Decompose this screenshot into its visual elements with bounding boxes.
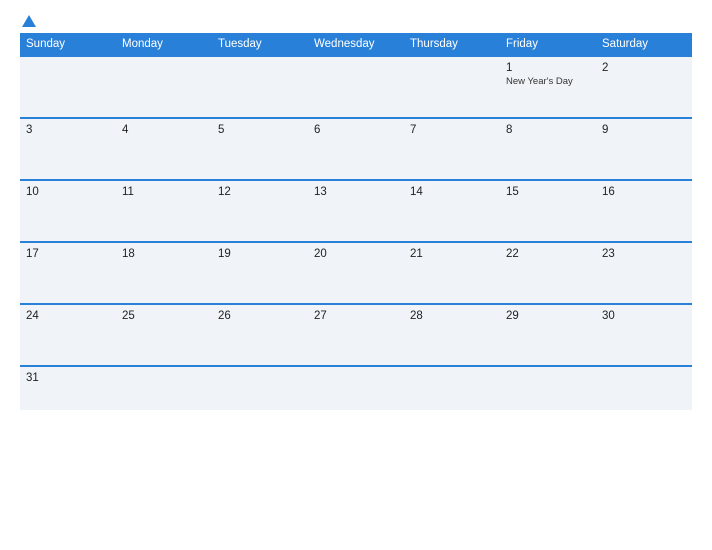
calendar-cell: 10: [20, 180, 116, 242]
day-number: 24: [26, 310, 110, 322]
day-number: 22: [506, 248, 590, 260]
week-row-2: 3456789: [20, 118, 692, 180]
week-row-1: 1 New Year's Day 2: [20, 56, 692, 118]
calendar-cell: 12: [212, 180, 308, 242]
calendar-cell: [500, 366, 596, 410]
calendar-cell: 8: [500, 118, 596, 180]
day-number: 17: [26, 248, 110, 260]
holiday-name: New Year's Day: [506, 76, 590, 87]
calendar-cell: 24: [20, 304, 116, 366]
calendar-cell: [404, 56, 500, 118]
calendar-cell: [308, 56, 404, 118]
day-number: 3: [26, 124, 110, 136]
day-number: 23: [602, 248, 686, 260]
calendar-header: [20, 18, 692, 27]
day-number: 8: [506, 124, 590, 136]
calendar-cell: [404, 366, 500, 410]
day-number: 16: [602, 186, 686, 198]
day-number: 11: [122, 186, 206, 198]
calendar-cell: 4: [116, 118, 212, 180]
calendar-cell: 9: [596, 118, 692, 180]
week-row-5: 24 25 26 27 28 29 30: [20, 304, 692, 366]
day-number: 12: [218, 186, 302, 198]
week-row-4: 17 18 19 20 21 22 23: [20, 242, 692, 304]
calendar-cell: [596, 366, 692, 410]
calendar-cell: 11: [116, 180, 212, 242]
day-number: 30: [602, 310, 686, 322]
week-row-3: 10 11 12 13 14 15 16: [20, 180, 692, 242]
day-number: 20: [314, 248, 398, 260]
calendar-cell: 18: [116, 242, 212, 304]
calendar-cell: [116, 366, 212, 410]
day-number: 5: [218, 124, 302, 136]
weekday-wednesday: Wednesday: [308, 33, 404, 56]
calendar-cell: 23: [596, 242, 692, 304]
logo-triangle-icon: [22, 15, 36, 27]
day-number: 25: [122, 310, 206, 322]
calendar-cell: 26: [212, 304, 308, 366]
calendar-cell: [308, 366, 404, 410]
weekday-friday: Friday: [500, 33, 596, 56]
calendar-cell: 30: [596, 304, 692, 366]
weekday-saturday: Saturday: [596, 33, 692, 56]
calendar-cell: 13: [308, 180, 404, 242]
calendar-cell: 17: [20, 242, 116, 304]
calendar-cell: 2: [596, 56, 692, 118]
day-number: 21: [410, 248, 494, 260]
calendar-cell: 7: [404, 118, 500, 180]
day-number: 14: [410, 186, 494, 198]
day-number: 19: [218, 248, 302, 260]
day-number: 31: [26, 372, 110, 384]
calendar-cell: [212, 366, 308, 410]
calendar-cell: 14: [404, 180, 500, 242]
calendar-cell: 15: [500, 180, 596, 242]
week-row-6: 31: [20, 366, 692, 410]
day-number: 2: [602, 62, 686, 74]
day-number: 15: [506, 186, 590, 198]
calendar-cell: 19: [212, 242, 308, 304]
calendar-cell: 28: [404, 304, 500, 366]
calendar-cell: 16: [596, 180, 692, 242]
day-number: 9: [602, 124, 686, 136]
weekday-sunday: Sunday: [20, 33, 116, 56]
calendar-page: SundayMondayTuesdayWednesdayThursdayFrid…: [0, 0, 712, 550]
calendar-cell: 25: [116, 304, 212, 366]
day-number: 18: [122, 248, 206, 260]
logo: [20, 18, 36, 27]
day-number: 6: [314, 124, 398, 136]
weekday-thursday: Thursday: [404, 33, 500, 56]
calendar-cell: 31: [20, 366, 116, 410]
calendar-cell: 3: [20, 118, 116, 180]
weekday-header-row: SundayMondayTuesdayWednesdayThursdayFrid…: [20, 33, 692, 56]
calendar-table: SundayMondayTuesdayWednesdayThursdayFrid…: [20, 33, 692, 410]
day-number: 28: [410, 310, 494, 322]
calendar-cell: [116, 56, 212, 118]
day-number: 1: [506, 62, 590, 74]
calendar-cell: 22: [500, 242, 596, 304]
day-number: 4: [122, 124, 206, 136]
calendar-cell: 29: [500, 304, 596, 366]
calendar-cell: [20, 56, 116, 118]
day-number: 27: [314, 310, 398, 322]
day-number: 10: [26, 186, 110, 198]
day-number: 29: [506, 310, 590, 322]
day-number: 7: [410, 124, 494, 136]
weekday-monday: Monday: [116, 33, 212, 56]
calendar-cell: 5: [212, 118, 308, 180]
weekday-tuesday: Tuesday: [212, 33, 308, 56]
day-number: 26: [218, 310, 302, 322]
day-number: 13: [314, 186, 398, 198]
calendar-cell: [212, 56, 308, 118]
calendar-cell: 21: [404, 242, 500, 304]
calendar-cell: 1 New Year's Day: [500, 56, 596, 118]
calendar-cell: 20: [308, 242, 404, 304]
calendar-cell: 6: [308, 118, 404, 180]
calendar-cell: 27: [308, 304, 404, 366]
